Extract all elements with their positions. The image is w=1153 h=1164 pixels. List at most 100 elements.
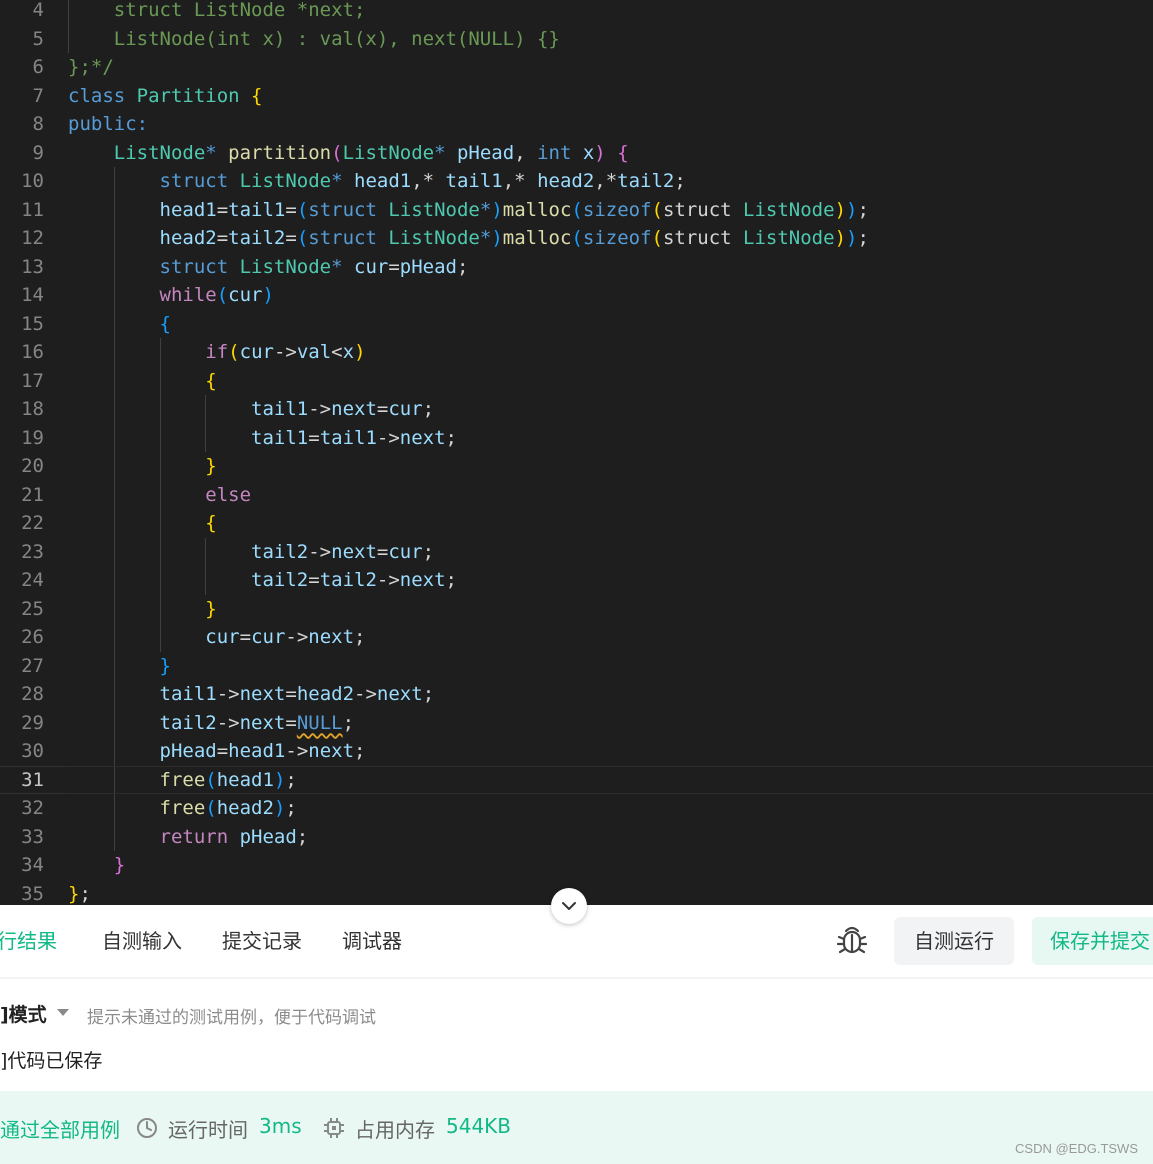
code-token: ( <box>296 198 309 221</box>
code-token: tail1 <box>319 426 377 449</box>
tab-custom-input[interactable]: 自测输入 <box>102 905 182 977</box>
collapse-panel-button[interactable] <box>551 888 587 924</box>
code-token: next <box>399 569 446 591</box>
line-number: 15 <box>21 312 44 335</box>
code-line[interactable]: 33 return pHead; <box>0 823 1153 852</box>
code-line[interactable]: 27 } <box>0 652 1153 681</box>
code-token: ) <box>273 768 286 791</box>
code-line[interactable]: 21 else <box>0 481 1153 510</box>
code-token: ,* <box>411 170 446 192</box>
code-text: tail2->next=cur; <box>68 538 434 567</box>
code-line[interactable]: 23 tail2->next=cur; <box>0 538 1153 567</box>
code-text: else <box>68 481 251 510</box>
code-text: pHead=head1->next; <box>68 737 366 766</box>
code-token: pHead <box>456 141 515 164</box>
code-token: -> <box>308 540 332 563</box>
code-line[interactable]: 30 pHead=head1->next; <box>0 737 1153 766</box>
code-token: ; <box>857 198 869 221</box>
code-token: * <box>434 141 457 164</box>
code-line[interactable]: 22 { <box>0 509 1153 538</box>
code-line[interactable]: 16 if(cur->val<x) <box>0 338 1153 367</box>
code-line[interactable]: 15 { <box>0 310 1153 339</box>
code-text: free(head1); <box>68 766 297 795</box>
code-line[interactable]: 34 } <box>0 851 1153 880</box>
code-token: ; <box>79 882 91 905</box>
code-token: malloc <box>502 198 572 221</box>
code-token: -> <box>216 683 240 705</box>
code-token: ; <box>342 711 355 734</box>
code-line[interactable]: 5 ListNode(int x) : val(x), next(NULL) {… <box>0 25 1153 54</box>
code-token: struct <box>308 227 389 249</box>
code-line[interactable]: 28 tail1->next=head2->next; <box>0 680 1153 709</box>
code-line[interactable]: 25 } <box>0 595 1153 624</box>
code-line[interactable]: 32 free(head2); <box>0 794 1153 823</box>
line-number: 12 <box>21 227 44 249</box>
code-text: { <box>68 367 216 396</box>
code-line[interactable]: 24 tail2=tail2->next; <box>0 566 1153 595</box>
pass-status: 通过全部用例 <box>0 1118 120 1142</box>
code-line[interactable]: 19 tail1=tail1->next; <box>0 424 1153 453</box>
line-number: 33 <box>21 825 44 848</box>
tab-submissions[interactable]: 提交记录 <box>222 905 302 977</box>
code-token: ) <box>354 341 366 363</box>
line-number: 21 <box>21 483 44 506</box>
code-line[interactable]: 9 ListNode* partition(ListNode* pHead, i… <box>0 139 1153 168</box>
line-number: 14 <box>21 284 44 306</box>
code-line[interactable]: 13 struct ListNode* cur=pHead; <box>0 253 1153 282</box>
code-line[interactable]: 29 tail2->next=NULL; <box>0 709 1153 738</box>
code-token: sizeof <box>582 198 652 221</box>
code-token: } <box>159 654 171 677</box>
code-line[interactable]: 20 } <box>0 452 1153 481</box>
code-text: struct ListNode* cur=pHead; <box>68 253 469 282</box>
save-and-submit-button[interactable]: 保存并提交 <box>1032 917 1153 965</box>
code-line[interactable]: 14 while(cur) <box>0 281 1153 310</box>
code-token: pHead <box>239 825 297 848</box>
code-text: ListNode* partition(ListNode* pHead, int… <box>68 139 629 168</box>
code-line[interactable]: 11 head1=tail1=(struct ListNode*)malloc(… <box>0 196 1153 225</box>
code-line[interactable]: 4 struct ListNode *next; <box>0 0 1153 25</box>
code-token: ( <box>571 227 583 249</box>
debug-mode-select[interactable]: ]模式 <box>0 1000 47 1027</box>
code-token: struct <box>662 227 744 249</box>
code-token: ListNode(int x) : val(x), next(NULL) {} <box>68 27 560 50</box>
code-token: ; <box>354 740 366 762</box>
code-token: while <box>159 284 217 306</box>
code-token: = <box>216 198 229 221</box>
watermark: CSDN @EDG.TSWS <box>1015 1141 1138 1156</box>
code-token: ( <box>331 141 343 164</box>
code-line[interactable]: 12 head2=tail2=(struct ListNode*)malloc(… <box>0 224 1153 253</box>
tab-run-result[interactable]: 行结果 <box>0 905 57 977</box>
caret-down-icon[interactable] <box>57 1009 69 1016</box>
code-token: ; <box>857 227 869 249</box>
code-token: return <box>159 825 240 848</box>
code-line[interactable]: 18 tail1->next=cur; <box>0 395 1153 424</box>
bug-icon[interactable] <box>836 923 868 957</box>
code-token: public: <box>68 113 149 135</box>
code-line[interactable]: 8 public: <box>0 110 1153 139</box>
code-token: ListNode <box>388 227 480 249</box>
code-token: ,* <box>594 170 618 192</box>
code-editor[interactable]: 4 struct ListNode *next; 5 ListNode(int x… <box>0 0 1153 905</box>
tab-debugger[interactable]: 调试器 <box>342 905 402 977</box>
line-number: 11 <box>21 198 44 221</box>
code-line[interactable]: 7 class Partition { <box>0 82 1153 111</box>
code-text: struct ListNode *next; <box>68 0 366 25</box>
code-line[interactable]: 17 { <box>0 367 1153 396</box>
code-token: int <box>537 141 583 164</box>
code-token: ; <box>354 626 366 648</box>
code-line[interactable]: 31 free(head1); <box>0 765 1153 795</box>
code-token: -> <box>354 683 377 705</box>
code-token: tail2 <box>251 540 309 563</box>
code-token: next <box>239 683 286 705</box>
code-line[interactable]: 26 cur=cur->next; <box>0 623 1153 652</box>
line-number: 16 <box>21 341 44 363</box>
code-line[interactable]: 6};*/ <box>0 53 1153 82</box>
code-line[interactable]: 10 struct ListNode* head1,* tail1,* head… <box>0 167 1153 196</box>
self-test-run-button[interactable]: 自测运行 <box>894 917 1014 965</box>
code-token: = <box>308 426 320 449</box>
